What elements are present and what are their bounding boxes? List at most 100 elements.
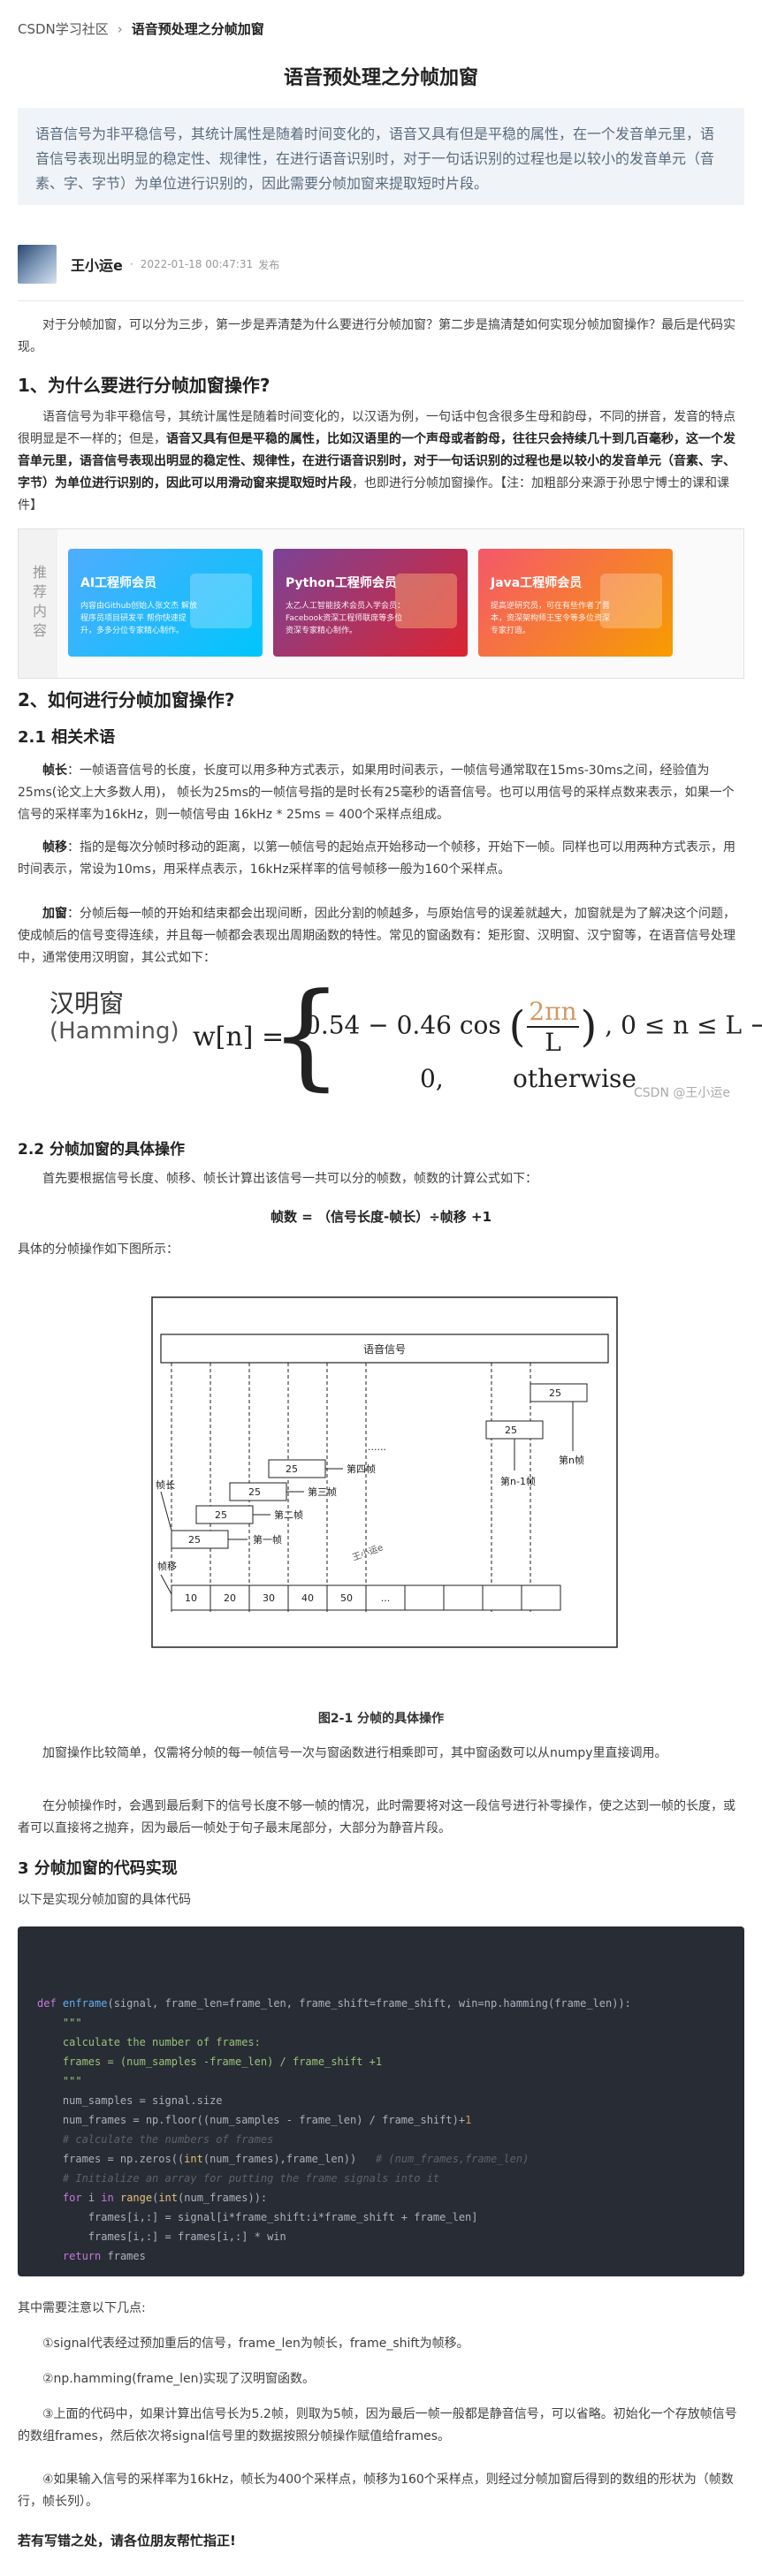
window-text: ：分帧后每一帧的开始和结束都会出现间断，因此分割的帧越多，与原始信号的误差就越大… [18, 907, 735, 965]
frame-count-intro: 首先要根据信号长度、帧移、帧长计算出该信号一共可以分的帧数，帧数的计算公式如下： [42, 1172, 537, 1186]
formula-numerator: 2πn [527, 997, 579, 1028]
frame-count-formula: 帧数 = （信号长度-帧长）÷帧移 +1 [270, 1209, 492, 1225]
subsection-2-2-heading: 2.2 分帧加窗的具体操作 [18, 1141, 186, 1159]
frame-3-label: 25 [248, 1486, 261, 1498]
formula-otherwise: otherwise [513, 1064, 636, 1093]
card-desc: 内容由Github创始人张文杰 解放程序员项目研发平 帮你快速提升，多多分位专家… [80, 602, 197, 635]
frame-4-name: 第四帧 [347, 1463, 376, 1475]
code-line: return frames [62, 2250, 146, 2262]
framing-diagram: 语音信号 25 第一帧 25 第二帧 25 第三帧 25 第四帧 25 第n-1… [151, 1296, 618, 1648]
avatar[interactable] [18, 245, 57, 284]
figure-caption: 图2-1 分帧的具体操作 [317, 1712, 445, 1726]
frame-length-label: 帧长 [156, 1478, 175, 1491]
formula-zero: 0, [420, 1064, 444, 1093]
svg-text:50: 50 [340, 1592, 353, 1604]
window-paragraph: 加窗：分帧后每一帧的开始和结束都会出现间断，因此分割的帧越多，与原始信号的误差就… [18, 903, 744, 969]
svg-text:40: 40 [301, 1592, 314, 1604]
note-item: ③上面的代码中，如果计算出信号长为5.2帧，则取为5帧，因为最后一帧一般都是静音… [18, 2407, 737, 2443]
frame-length-text: ：一帧语音信号的长度，长度可以用多种方式表示，如果用时间表示，一帧信号通常取在1… [18, 764, 735, 822]
frame-1-label: 25 [188, 1534, 201, 1546]
formula-row-1: 0.54 − 0.46 cos (2πnL) , 0 ≤ n ≤ L − 1 [305, 997, 762, 1057]
frame-n-1-name: 第n-1帧 [500, 1475, 536, 1487]
frame-4-label: 25 [286, 1463, 298, 1475]
frame-3-name: 第三帧 [308, 1486, 337, 1498]
term-frame-shift: 帧移 [42, 840, 67, 855]
frame-shift-text: ：指的是每次分帧时移动的距离，以第一帧信号的起始点开始移动一个帧移，开始下一帧。… [18, 840, 735, 877]
formula-fraction: 2πn L [527, 997, 579, 1057]
code-line: frames[i,:] = signal[i*frame_shift:i*fra… [37, 2211, 478, 2223]
frame-shift-paragraph: 帧移：指的是每次分帧时移动的距离，以第一帧信号的起始点开始移动一个帧移，开始下一… [18, 837, 744, 881]
svg-text:20: 20 [224, 1592, 236, 1604]
section-2-heading: 2、如何进行分帧加窗操作? [18, 689, 235, 710]
recommend-card-ai[interactable]: AI工程师会员 内容由Github创始人张文杰 解放程序员项目研发平 帮你快速提… [68, 549, 263, 657]
svg-text:...: ... [381, 1592, 391, 1604]
code-line: # Initialize an array for putting the fr… [37, 2172, 440, 2185]
recommend-label: 推荐内容 [19, 529, 57, 678]
frame-2-label: 25 [215, 1509, 227, 1521]
code-line: frames = np.zeros((int(num_frames),frame… [37, 2153, 530, 2165]
code-intro: 以下是实现分帧加窗的具体代码 [18, 1893, 191, 1907]
formula-name-en: (Hamming) [50, 1018, 179, 1045]
publish-label: 发布 [258, 258, 280, 271]
separator-dot: · [129, 258, 133, 270]
code-block[interactable]: def enframe(signal, frame_len=frame_len,… [18, 1926, 744, 2276]
formula-coef: 0.54 − 0.46 cos [305, 1010, 501, 1040]
code-line: """ [37, 2075, 82, 2087]
breadcrumb-separator: › [117, 21, 123, 37]
breadcrumb: CSDN学习社区 › 语音预处理之分帧加窗 [18, 19, 264, 38]
svg-text:10: 10 [185, 1592, 197, 1604]
section-1-heading: 1、为什么要进行分帧加窗操作? [18, 375, 271, 396]
note-item: ②np.hamming(frame_len)实现了汉明窗函数。 [42, 2372, 315, 2386]
notes-title: 其中需要注意以下几点: [18, 2301, 146, 2315]
code-line: def enframe(signal, frame_len=frame_len,… [37, 1997, 631, 2010]
note-item: ④如果输入信号的采样率为16kHz，帧长为400个采样点，帧移为160个采样点，… [18, 2473, 734, 2509]
breadcrumb-home[interactable]: CSDN学习社区 [18, 21, 109, 37]
code-line: """ [37, 2017, 82, 2029]
diagram-intro: 具体的分帧操作如下图所示： [18, 1242, 179, 1257]
section-1-paragraph: 语音信号为非平稳信号，其统计属性是随着时间变化的，以汉语为例，一句话中包含很多生… [18, 407, 744, 517]
frame-1-name: 第一帧 [253, 1533, 282, 1546]
closing-text: 若有写错之处，请各位朋友帮忙指正! [18, 2533, 236, 2549]
page-title: 语音预处理之分帧加窗 [283, 67, 478, 89]
code-line: frames = (num_samples -frame_len) / fram… [37, 2055, 383, 2068]
term-window: 加窗 [42, 907, 67, 921]
intro-paragraph: 对于分帧加窗，可以分为三步，第一步是弄清楚为什么要进行分帧加窗？第二步是搞清楚如… [18, 318, 735, 354]
note-item: ①signal代表经过预加重后的信号，frame_len为帧长，frame_sh… [42, 2337, 469, 2351]
code-line: calculate the number of frames: [37, 2036, 261, 2048]
code-line: num_samples = signal.size [37, 2094, 223, 2107]
frame-dots: ...... [368, 1441, 386, 1453]
author-name[interactable]: 王小运e [71, 254, 123, 275]
frame-n-1-label: 25 [505, 1425, 517, 1436]
sample-axis: 10 20 30 40 50 ... [171, 1584, 561, 1611]
code-line: # calculate the numbers of frames [37, 2133, 274, 2146]
card-desc: 提高逆研究员，可在有些作者了晋本，资深架构师王宝令等多位资深专家打造。 [491, 602, 611, 635]
formula-condition: , 0 ≤ n ≤ L − 1 [605, 1010, 762, 1040]
article-summary: 语音信号为非平稳信号，其统计属性是随着时间变化的，语音又具有但是平稳的属性，在一… [18, 108, 744, 205]
frame-shift-label: 帧移 [157, 1560, 177, 1572]
term-frame-length: 帧长 [42, 764, 67, 778]
code-line: for i in range(int(num_frames)): [62, 2192, 268, 2204]
window-multiply-paragraph: 加窗操作比较简单，仅需将分帧的每一帧信号一次与窗函数进行相乘即可，其中窗函数可以… [42, 1746, 667, 1760]
signal-label: 语音信号 [363, 1342, 406, 1356]
hamming-formula: 汉明窗 (Hamming) w[n] = { 0.54 − 0.46 cos (… [35, 977, 762, 1103]
recommend-card-java[interactable]: Java工程师会员 提高逆研究员，可在有些作者了晋本，资深架构师王宝令等多位资深… [478, 549, 673, 657]
author-bar: 王小运e · 2022-01-18 00:47:31 发布 [18, 242, 744, 286]
formula-denominator: L [545, 1028, 561, 1057]
frame-length-paragraph: 帧长：一帧语音信号的长度，长度可以用多种方式表示，如果用时间表示，一帧信号通常取… [18, 760, 744, 826]
breadcrumb-current: 语音预处理之分帧加窗 [131, 21, 264, 37]
frame-2-name: 第二帧 [274, 1508, 303, 1521]
code-line: frames[i,:] = frames[i,:] * win [37, 2230, 286, 2243]
subsection-2-1-heading: 2.1 相关术语 [18, 728, 116, 747]
divider [18, 300, 744, 301]
frame-n-label: 25 [549, 1387, 561, 1399]
svg-text:30: 30 [263, 1592, 275, 1604]
frame-n-name: 第n帧 [559, 1454, 584, 1466]
last-frame-paragraph: 在分帧操作时，会遇到最后剩下的信号长度不够一帧的情况，此时需要将对这一段信号进行… [18, 1799, 735, 1835]
publish-date: 2022-01-18 00:47:31 [140, 258, 254, 270]
recommend-box: 推荐内容 AI工程师会员 内容由Github创始人张文杰 解放程序员项目研发平 … [18, 528, 744, 679]
recommend-card-python[interactable]: Python工程师会员 太乙人工智能技术会员入学会员：Facebook资深工程师… [273, 549, 468, 657]
formula-watermark: CSDN @王小运e [634, 1086, 730, 1100]
card-desc: 太乙人工智能技术会员入学会员：Facebook资深工程师联席等多位资深专家精心制… [286, 602, 406, 635]
code-line: num_frames = np.floor((num_samples - fra… [37, 2114, 472, 2126]
formula-name: 汉明窗 [50, 989, 125, 1018]
